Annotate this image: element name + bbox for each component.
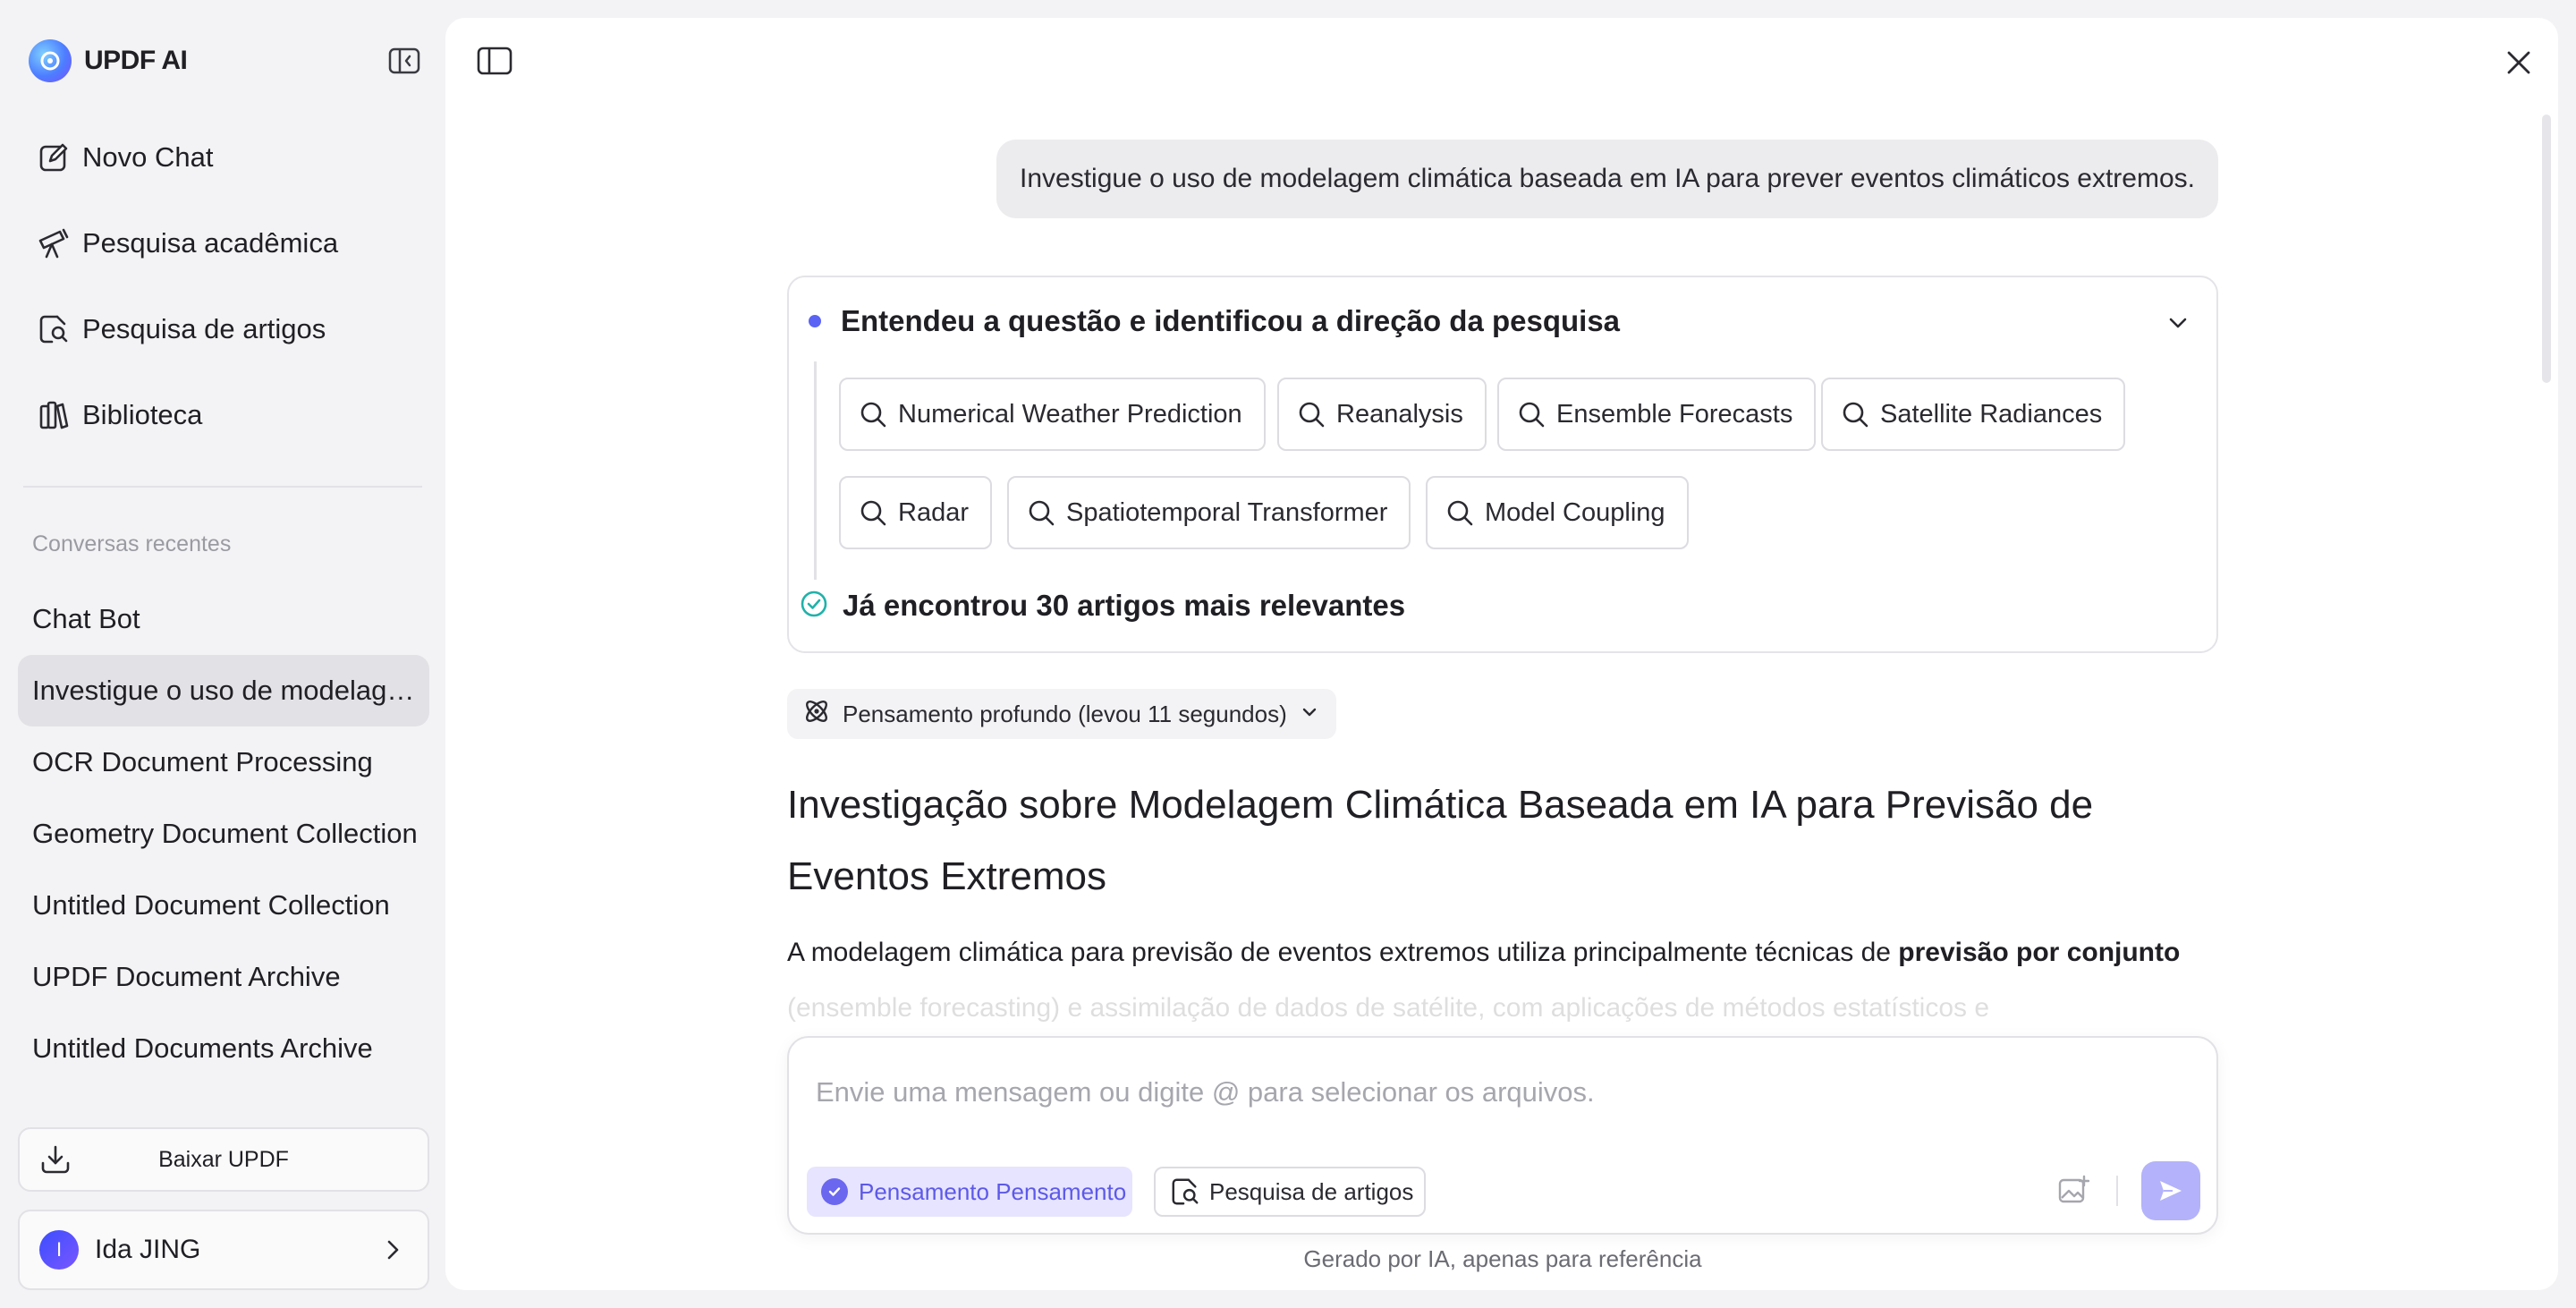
recent-item[interactable]: OCR Document Processing xyxy=(18,726,429,798)
search-icon xyxy=(1027,497,1057,528)
research-header: Entendeu a questão e identificou a direç… xyxy=(809,304,1620,338)
composer-divider xyxy=(2116,1176,2118,1206)
close-button[interactable] xyxy=(2499,43,2538,82)
answer-paragraph: A modelagem climática para previsão de e… xyxy=(787,929,2236,977)
recent-conversations-title: Conversas recentes xyxy=(32,531,232,556)
sidebar-toggle-icon xyxy=(477,47,513,75)
sidebar-nav: Novo Chat Pesquisa acadêmica Pesquisa de… xyxy=(18,122,429,465)
timeline-line xyxy=(814,361,817,580)
chat-panel: Investigue o uso de modelagem climática … xyxy=(445,18,2558,1290)
nav-item-academic-search[interactable]: Pesquisa acadêmica xyxy=(18,208,429,279)
search-icon xyxy=(859,497,889,528)
keyword-chip[interactable]: Model Coupling xyxy=(1426,476,1689,549)
deep-thinking-button[interactable]: Pensamento Pensamento xyxy=(807,1167,1132,1217)
keyword-label: Satellite Radiances xyxy=(1880,399,2103,429)
brand: UPDF AI xyxy=(29,39,188,82)
download-label: Baixar UPDF xyxy=(158,1146,289,1172)
download-updf-button[interactable]: Baixar UPDF xyxy=(18,1127,429,1192)
answer-title: Investigação sobre Modelagem Climática B… xyxy=(787,783,2094,898)
image-upload-icon xyxy=(2058,1175,2089,1203)
scrollbar[interactable] xyxy=(2542,115,2551,383)
keyword-label: Ensemble Forecasts xyxy=(1556,399,1793,429)
recent-item[interactable]: Untitled Documents Archive xyxy=(18,1013,429,1084)
document-search-icon xyxy=(1170,1176,1200,1207)
chevron-down-icon xyxy=(1300,701,1319,728)
article-search-button[interactable]: Pesquisa de artigos xyxy=(1154,1167,1426,1217)
new-chat-icon xyxy=(36,140,72,175)
articles-found-row: Já encontrou 30 artigos mais relevantes xyxy=(800,589,1405,623)
sidebar-divider xyxy=(23,486,422,488)
deep-thinking-toggle[interactable]: Pensamento profundo (levou 11 segundos) xyxy=(787,689,1336,739)
toggle-panel-button[interactable] xyxy=(474,43,515,79)
user-name: Ida JING xyxy=(95,1235,201,1264)
answer-text: A modelagem climática para previsão de e… xyxy=(787,938,1899,967)
deep-thinking-label: Pensamento profundo (levou 11 segundos) xyxy=(843,700,1287,727)
search-icon xyxy=(859,399,889,429)
keyword-label: Radar xyxy=(898,497,969,527)
recent-item[interactable]: Geometry Document Collection xyxy=(18,798,429,870)
nav-item-label: Pesquisa de artigos xyxy=(82,313,326,344)
recent-item[interactable]: UPDF Document Archive xyxy=(18,941,429,1013)
ai-disclaimer: Gerado por IA, apenas para referência xyxy=(1303,1245,1702,1272)
search-icon xyxy=(1297,399,1327,429)
nav-item-label: Pesquisa acadêmica xyxy=(82,227,339,259)
document-search-icon xyxy=(36,311,72,347)
keyword-chip[interactable]: Satellite Radiances xyxy=(1821,378,2126,451)
message-composer: Pensamento Pensamento Pesquisa de artigo… xyxy=(787,1036,2218,1235)
research-direction-card: Entendeu a questão e identificou a direç… xyxy=(787,276,2218,653)
check-circle-icon xyxy=(800,590,828,623)
answer-bold-text: previsão por conjunto xyxy=(1898,938,2181,967)
nav-item-label: Biblioteca xyxy=(82,399,203,430)
recent-conversations-list: Chat Bot Investigue o uso de modelagem c… xyxy=(18,583,429,1084)
deep-thinking-button-label: Pensamento Pensamento xyxy=(859,1177,1127,1205)
check-icon xyxy=(821,1178,848,1205)
sidebar: UPDF AI Novo Chat Pesquisa acadêmica Pes… xyxy=(0,0,445,1308)
send-icon xyxy=(2160,1181,2182,1201)
user-profile-button[interactable]: I Ida JING xyxy=(18,1210,429,1290)
collapse-sidebar-icon xyxy=(388,47,420,74)
keyword-chip[interactable]: Spatiotemporal Transformer xyxy=(1007,476,1411,549)
library-icon xyxy=(36,397,72,433)
search-icon xyxy=(1517,399,1547,429)
nav-item-label: Novo Chat xyxy=(82,141,214,173)
keyword-label: Numerical Weather Prediction xyxy=(898,399,1242,429)
article-search-button-label: Pesquisa de artigos xyxy=(1209,1177,1414,1205)
search-icon xyxy=(1445,497,1476,528)
keyword-label: Spatiotemporal Transformer xyxy=(1066,497,1388,527)
answer-faded-text: (ensemble forecasting) e assimilação de … xyxy=(787,993,1990,1023)
chevron-down-icon[interactable] xyxy=(2165,310,2191,341)
search-icon xyxy=(1841,399,1871,429)
research-title: Entendeu a questão e identificou a direç… xyxy=(841,304,1621,337)
keyword-chip[interactable]: Ensemble Forecasts xyxy=(1497,378,1817,451)
user-message-bubble: Investigue o uso de modelagem climática … xyxy=(996,140,2218,218)
recent-item[interactable]: Chat Bot xyxy=(18,583,429,655)
nav-item-library[interactable]: Biblioteca xyxy=(18,379,429,451)
keyword-chip[interactable]: Radar xyxy=(839,476,992,549)
download-icon xyxy=(39,1143,73,1177)
image-upload-button[interactable] xyxy=(2054,1170,2093,1210)
updf-logo-icon xyxy=(29,39,72,82)
atom-icon xyxy=(801,696,832,733)
close-icon xyxy=(2507,51,2530,74)
telescope-icon xyxy=(36,225,72,261)
nav-item-article-search[interactable]: Pesquisa de artigos xyxy=(18,293,429,365)
status-dot xyxy=(809,315,821,327)
keyword-chip[interactable]: Reanalysis xyxy=(1277,378,1487,451)
recent-item[interactable]: Untitled Document Collection xyxy=(18,870,429,941)
chevron-right-icon xyxy=(379,1236,406,1268)
app-name: UPDF AI xyxy=(84,46,188,75)
keyword-label: Model Coupling xyxy=(1485,497,1665,527)
collapse-sidebar-button[interactable] xyxy=(386,45,422,77)
recent-item-active[interactable]: Investigue o uso de modelagem climática … xyxy=(18,655,429,726)
keyword-label: Reanalysis xyxy=(1336,399,1463,429)
send-button[interactable] xyxy=(2141,1161,2200,1220)
message-input[interactable] xyxy=(816,1070,2157,1115)
avatar: I xyxy=(39,1230,79,1270)
keyword-chip[interactable]: Numerical Weather Prediction xyxy=(839,378,1266,451)
articles-found-text: Já encontrou 30 artigos mais relevantes xyxy=(843,589,1406,622)
nav-item-new-chat[interactable]: Novo Chat xyxy=(18,122,429,193)
